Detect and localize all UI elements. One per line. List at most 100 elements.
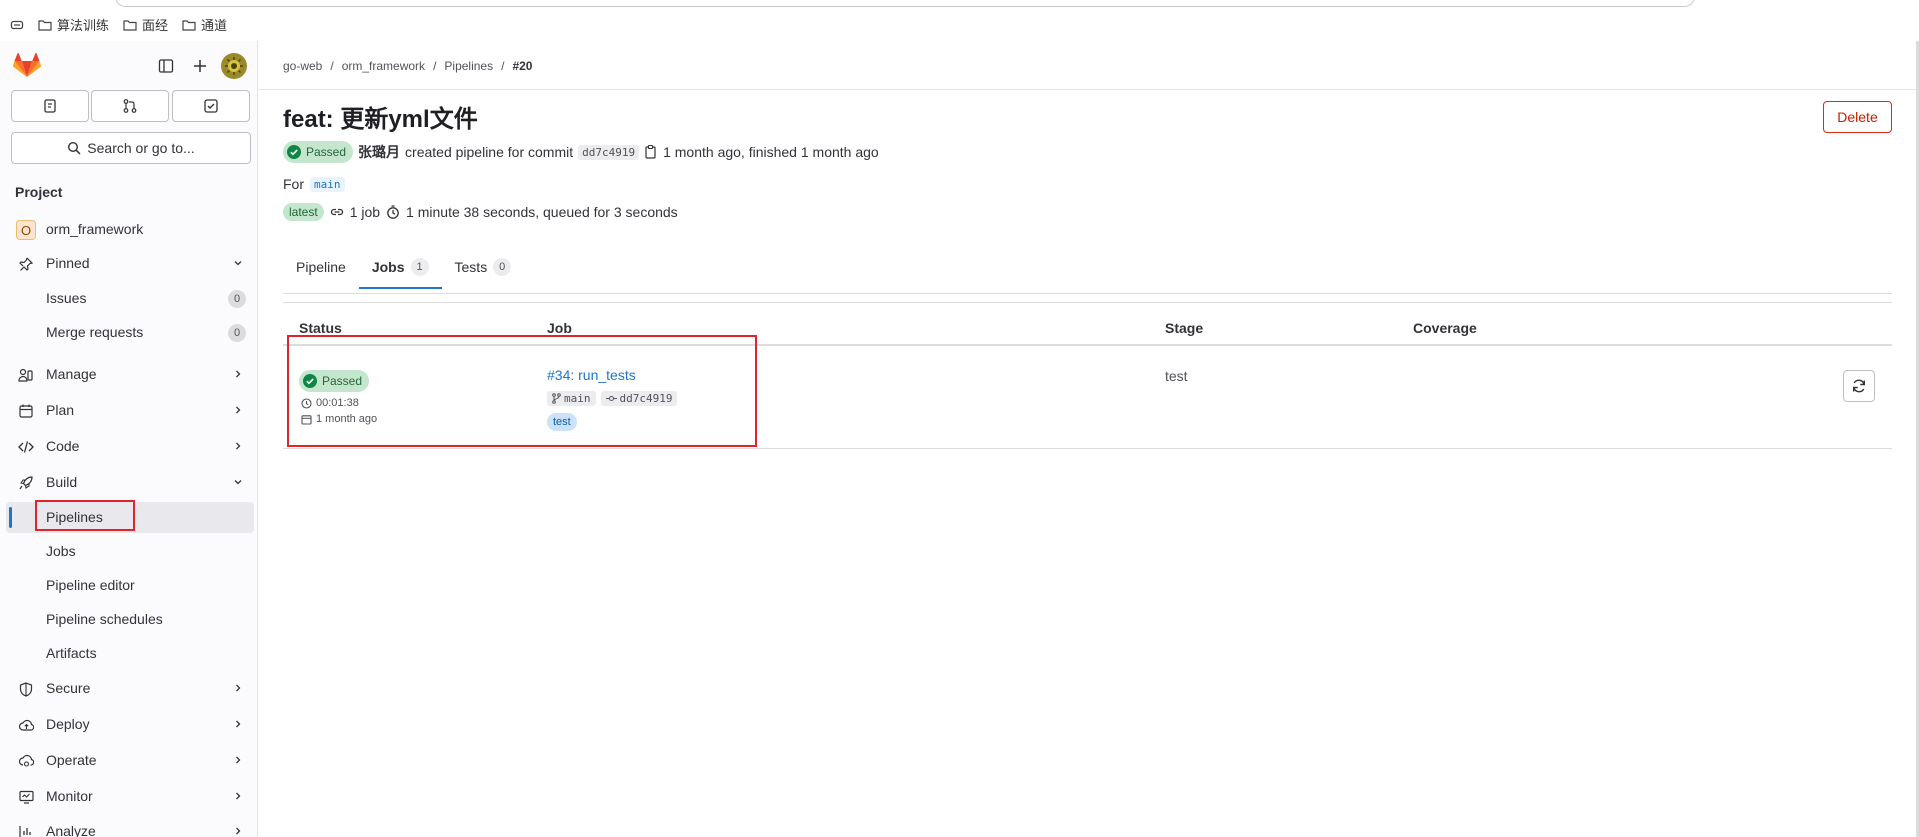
breadcrumb-current[interactable]: #20 — [512, 59, 532, 73]
chevron-right-icon — [232, 368, 244, 380]
chevron-down-icon — [232, 257, 244, 269]
folder-icon — [182, 19, 196, 31]
cloud-gear-icon — [18, 753, 34, 769]
sidebar-item-label: Secure — [46, 680, 91, 696]
chevron-right-icon — [232, 718, 244, 730]
sidebar-item-code[interactable]: Code — [6, 431, 254, 462]
sidebar-item-label: Code — [46, 438, 80, 454]
sidebar-item-build[interactable]: Build — [6, 467, 254, 498]
sidebar-item-label: Deploy — [46, 716, 90, 732]
tab-group-icon[interactable] — [10, 18, 24, 32]
tab-tests[interactable]: Tests 0 — [442, 248, 525, 286]
chevron-right-icon — [232, 825, 244, 837]
timing-text: 1 month ago, finished 1 month ago — [663, 144, 879, 160]
pin-icon — [18, 256, 34, 272]
sidebar-item-operate[interactable]: Operate — [6, 745, 254, 776]
search-icon — [68, 141, 81, 155]
folder-icon — [38, 19, 52, 31]
issues-icon — [44, 99, 56, 113]
address-bar[interactable] — [115, 0, 1695, 7]
chevron-right-icon — [232, 754, 244, 766]
tab-jobs[interactable]: Jobs 1 — [358, 248, 442, 289]
delete-button[interactable]: Delete — [1823, 101, 1892, 133]
sidebar-toggle-icon[interactable] — [155, 55, 177, 77]
sidebar-item-issues[interactable]: Issues 0 — [6, 283, 254, 314]
gitlab-logo-icon[interactable] — [13, 52, 41, 78]
retry-button[interactable] — [1843, 370, 1875, 402]
merge-request-icon — [123, 99, 137, 113]
sidebar-item-label: Pipeline schedules — [46, 611, 163, 627]
sidebar-item-merge-requests[interactable]: Merge requests 0 — [6, 317, 254, 348]
breadcrumb-item[interactable]: Pipelines — [444, 59, 493, 73]
tab-count: 1 — [410, 258, 429, 276]
sidebar-item-pipeline-schedules[interactable]: Pipeline schedules — [6, 604, 254, 635]
todo-icon — [204, 99, 218, 113]
pipeline-tabs: Pipeline Jobs 1 Tests 0 — [283, 248, 525, 289]
tab-label: Jobs — [371, 259, 405, 275]
status-badge[interactable]: Passed — [283, 141, 354, 163]
deployments-icon — [18, 717, 34, 733]
code-icon — [18, 439, 34, 455]
column-header-stage: Stage — [1165, 320, 1204, 336]
pipeline-stats: latest 1 job 1 minute 38 seconds, queued… — [283, 203, 678, 221]
sidebar-item-label: Manage — [46, 366, 97, 382]
highlight-box — [35, 500, 135, 531]
sidebar-item-jobs[interactable]: Jobs — [6, 536, 254, 567]
tab-label: Tests — [454, 259, 488, 275]
breadcrumb-item[interactable]: go-web — [283, 59, 322, 73]
breadcrumb-separator: / — [501, 59, 505, 73]
breadcrumb-separator: / — [330, 59, 334, 73]
column-header-status: Status — [299, 320, 342, 336]
user-avatar[interactable] — [221, 53, 247, 79]
sidebar: Search or go to... Project O orm_framewo… — [0, 41, 258, 837]
search-button[interactable]: Search or go to... — [11, 132, 251, 164]
sidebar-item-pinned[interactable]: Pinned — [6, 248, 254, 279]
branch-link[interactable]: main — [310, 176, 345, 192]
sidebar-item-label: Monitor — [46, 788, 93, 804]
sidebar-item-manage[interactable]: Manage — [6, 359, 254, 390]
retry-icon — [1853, 379, 1865, 393]
sidebar-item-analyze[interactable]: Analyze — [6, 816, 254, 837]
column-header-coverage: Coverage — [1413, 320, 1477, 336]
sidebar-item-secure[interactable]: Secure — [6, 673, 254, 704]
breadcrumb: go-web / orm_framework / Pipelines / #20 — [283, 59, 532, 73]
sidebar-item-label: Plan — [46, 402, 75, 418]
breadcrumb-item[interactable]: orm_framework — [342, 59, 425, 73]
bookmark-folder[interactable]: 算法训练 — [38, 15, 109, 34]
author-name[interactable]: 张璐月 — [358, 142, 400, 162]
commit-sha[interactable]: dd7c4919 — [578, 144, 640, 160]
sidebar-item-label: Pinned — [46, 255, 90, 271]
for-label: For — [283, 176, 304, 192]
pipeline-ref: For main — [283, 176, 345, 192]
issues-shortcut-button[interactable] — [11, 90, 89, 122]
chart-icon — [18, 824, 34, 837]
timer-icon — [386, 205, 400, 219]
search-label: Search or go to... — [87, 140, 195, 156]
sidebar-item-monitor[interactable]: Monitor — [6, 781, 254, 812]
sidebar-item-plan[interactable]: Plan — [6, 395, 254, 426]
latest-badge: latest — [283, 203, 324, 221]
sidebar-item-label: Issues — [46, 290, 87, 306]
link-icon — [330, 206, 344, 218]
sidebar-item-project[interactable]: O orm_framework — [6, 214, 254, 245]
bookmark-folder[interactable]: 面经 — [123, 15, 168, 34]
planning-icon — [18, 403, 34, 419]
tab-pipeline[interactable]: Pipeline — [283, 248, 359, 286]
bookmark-folder[interactable]: 通道 — [182, 15, 227, 34]
copy-icon[interactable] — [644, 144, 658, 160]
page-title: feat: 更新yml文件 — [283, 106, 478, 133]
chevron-right-icon — [232, 404, 244, 416]
tab-label: Pipeline — [296, 259, 346, 275]
project-avatar: O — [16, 220, 36, 240]
folder-icon — [123, 19, 137, 31]
merge-requests-shortcut-button[interactable] — [91, 90, 169, 122]
sidebar-item-pipeline-editor[interactable]: Pipeline editor — [6, 570, 254, 601]
todo-shortcut-button[interactable] — [172, 90, 250, 122]
check-circle-icon — [287, 145, 301, 159]
stage-cell: test — [1165, 368, 1188, 384]
divider — [283, 448, 1892, 449]
plus-icon[interactable] — [189, 55, 211, 77]
divider — [259, 89, 1916, 90]
sidebar-item-artifacts[interactable]: Artifacts — [6, 638, 254, 669]
sidebar-item-deploy[interactable]: Deploy — [6, 709, 254, 740]
